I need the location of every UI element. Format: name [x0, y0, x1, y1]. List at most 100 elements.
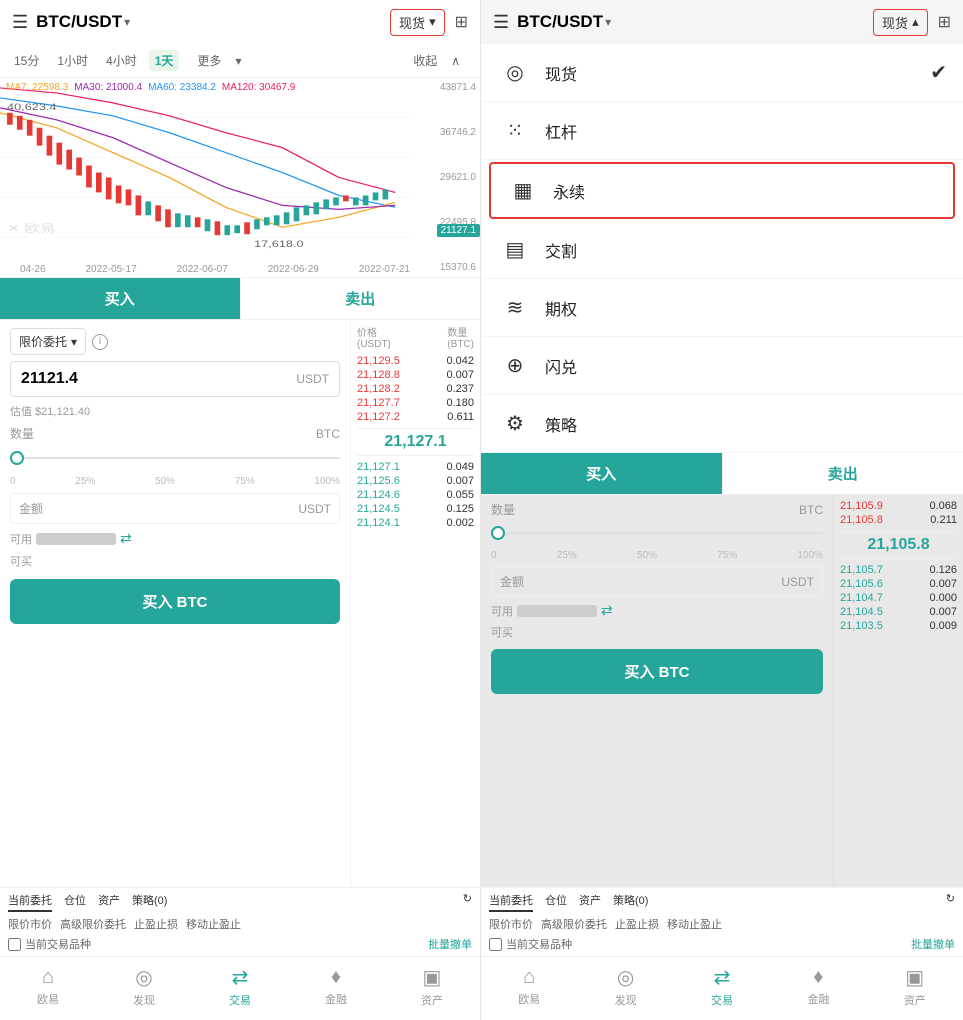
right-menu-icon[interactable]: ☰: [493, 12, 509, 33]
amount-unit: USDT: [298, 502, 331, 516]
refresh-btn[interactable]: ↻: [463, 892, 472, 912]
right-buy-btn[interactable]: 买入 BTC: [491, 649, 823, 694]
time-4h[interactable]: 4小时: [100, 50, 143, 71]
right-amount-unit: USDT: [781, 575, 814, 589]
nav-assets[interactable]: ▣ 资产: [421, 965, 443, 1008]
right-pair-arrow[interactable]: ▾: [605, 15, 611, 29]
left-pair-name[interactable]: BTC/USDT: [36, 12, 122, 32]
right-quantity-slider[interactable]: [491, 523, 823, 543]
convert-item-label: 闪兑: [545, 354, 577, 378]
dropdown-options[interactable]: ≋ 期权: [481, 279, 963, 337]
right-refresh-btn[interactable]: ↻: [946, 892, 955, 912]
dropdown-delivery[interactable]: ▤ 交割: [481, 221, 963, 279]
quantity-slider[interactable]: [10, 448, 340, 468]
time-1d[interactable]: 1天: [149, 50, 180, 71]
left-menu-icon[interactable]: ☰: [12, 12, 28, 33]
nav-trade[interactable]: ⇄ 交易: [229, 965, 251, 1008]
info-icon[interactable]: i: [92, 334, 108, 350]
right-nav-assets[interactable]: ▣ 资产: [904, 965, 926, 1008]
time-more[interactable]: 更多 ▾: [185, 48, 253, 73]
dropdown-strategy[interactable]: ⚙ 策略: [481, 395, 963, 453]
right-nav-trade[interactable]: ⇄ 交易: [711, 965, 733, 1008]
ob-sell-price-1: 21,129.5: [357, 355, 400, 367]
slider-thumb[interactable]: [10, 451, 24, 465]
right-available-label: 可用: [491, 603, 513, 619]
tab-assets[interactable]: 资产: [98, 892, 120, 912]
right-sell-tab[interactable]: 卖出: [722, 453, 963, 494]
current-pair-checkbox[interactable]: [8, 938, 21, 951]
ot-trailing[interactable]: 移动止盈止: [186, 916, 241, 932]
right-order-form: 数量 BTC 025%50%75%100% 金额 USDT: [481, 495, 833, 887]
right-chart-icon[interactable]: ⊞: [938, 12, 951, 32]
sell-tab[interactable]: 卖出: [240, 278, 481, 319]
right-tab-strategies[interactable]: 策略(0): [613, 892, 648, 912]
right-buy-tab[interactable]: 买入: [481, 453, 722, 494]
nav-discover[interactable]: ◎ 发现: [133, 965, 155, 1008]
time-1h[interactable]: 1小时: [51, 50, 94, 71]
time-collapse[interactable]: 收起 ∧: [401, 48, 472, 73]
dropdown-leverage[interactable]: ⁙ 杠杆: [481, 102, 963, 160]
left-bottom-tabs: 当前委托 仓位 资产 策略(0) ↻ 限价市价 高级限价委托 止盈止损 移动止盈…: [0, 887, 480, 956]
right-slider-thumb[interactable]: [491, 526, 505, 540]
ob-buy-3: 21,124.6 0.055: [357, 488, 474, 502]
ot-limit-market[interactable]: 限价市价: [8, 916, 52, 932]
right-nav-finance[interactable]: ♦ 金融: [807, 966, 829, 1007]
right-panel: ☰ BTC/USDT ▾ 现货 ▴ ⊞ ◎ 现货 ✔ ⁙ 杠杆 ▦ 永续 ▤ 交…: [481, 0, 963, 1020]
order-type-select[interactable]: 限价委托 ▾: [10, 328, 86, 355]
right-pair-name[interactable]: BTC/USDT: [517, 12, 603, 32]
right-tab-current[interactable]: 当前委托: [489, 892, 533, 912]
right-ot-3[interactable]: 止盈止损: [615, 916, 659, 932]
tab-strategies[interactable]: 策略(0): [132, 892, 167, 912]
right-batch-btn[interactable]: 批量撤单: [911, 936, 955, 952]
right-nav-discover[interactable]: ◎ 发现: [615, 965, 637, 1008]
right-pair-checkbox[interactable]: [489, 938, 502, 951]
svg-text:40,623.4: 40,623.4: [7, 103, 56, 113]
dropdown-convert[interactable]: ⊕ 闪兑: [481, 337, 963, 395]
right-nav-home[interactable]: ⌂ 欧易: [518, 966, 540, 1007]
price-unit: USDT: [296, 372, 329, 386]
left-spot-badge[interactable]: 现货 ▾: [390, 9, 445, 36]
nav-finance[interactable]: ♦ 金融: [325, 966, 347, 1007]
dropdown-spot[interactable]: ◎ 现货 ✔: [481, 44, 963, 102]
buy-tab[interactable]: 买入: [0, 278, 240, 319]
estimated-value: 估值 $21,121.40: [10, 403, 340, 419]
available-row: 可用 ⇄: [10, 530, 340, 547]
price-input[interactable]: 21121.4 USDT: [10, 361, 340, 397]
dropdown-perpetual[interactable]: ▦ 永续: [489, 162, 955, 219]
tab-positions[interactable]: 仓位: [64, 892, 86, 912]
delivery-item-label: 交割: [545, 238, 577, 262]
tab-row: 当前委托 仓位 资产 策略(0) ↻: [8, 892, 472, 912]
nav-finance-label: 金融: [325, 991, 347, 1007]
right-qty-label: 数量: [491, 501, 515, 518]
home-icon: ⌂: [42, 966, 54, 989]
left-chart-icon[interactable]: ⊞: [455, 12, 468, 32]
time-15m[interactable]: 15分: [8, 50, 45, 71]
ob-sell-4: 21,127.7 0.180: [357, 396, 474, 410]
right-ob-buy-3: 21,104.7 0.000: [840, 591, 957, 605]
tab-current-orders[interactable]: 当前委托: [8, 892, 52, 912]
right-tab-positions[interactable]: 仓位: [545, 892, 567, 912]
left-pair-arrow[interactable]: ▾: [124, 15, 130, 29]
right-bottom-tabs: 当前委托 仓位 资产 策略(0) ↻ 限价市价 高级限价委托 止盈止损 移动止盈…: [481, 887, 963, 956]
right-transfer-icon[interactable]: ⇄: [601, 602, 613, 619]
transfer-icon[interactable]: ⇄: [120, 530, 132, 547]
finance-icon: ♦: [331, 966, 341, 989]
right-ot-4[interactable]: 移动止盈止: [667, 916, 722, 932]
discover-icon: ◎: [135, 965, 152, 990]
left-bottom-nav: ⌂ 欧易 ◎ 发现 ⇄ 交易 ♦ 金融 ▣ 资产: [0, 956, 480, 1020]
ot-advanced[interactable]: 高级限价委托: [60, 916, 126, 932]
buy-btc-button[interactable]: 买入 BTC: [10, 579, 340, 624]
price-low: 15370.6: [440, 262, 476, 273]
batch-cancel-btn[interactable]: 批量撤单: [428, 936, 472, 952]
ot-tp-sl[interactable]: 止盈止损: [134, 916, 178, 932]
right-tab-assets[interactable]: 资产: [579, 892, 601, 912]
right-spot-badge[interactable]: 现货 ▴: [873, 9, 928, 36]
right-ot-1[interactable]: 限价市价: [489, 916, 533, 932]
right-tab-row: 当前委托 仓位 资产 策略(0) ↻: [489, 892, 955, 912]
available-amount: [36, 533, 116, 545]
right-ot-2[interactable]: 高级限价委托: [541, 916, 607, 932]
nav-home-label: 欧易: [37, 991, 59, 1007]
nav-home[interactable]: ⌂ 欧易: [37, 966, 59, 1007]
order-type-row: 限价委托 ▾ i: [10, 328, 340, 355]
quantity-unit: BTC: [316, 427, 340, 441]
